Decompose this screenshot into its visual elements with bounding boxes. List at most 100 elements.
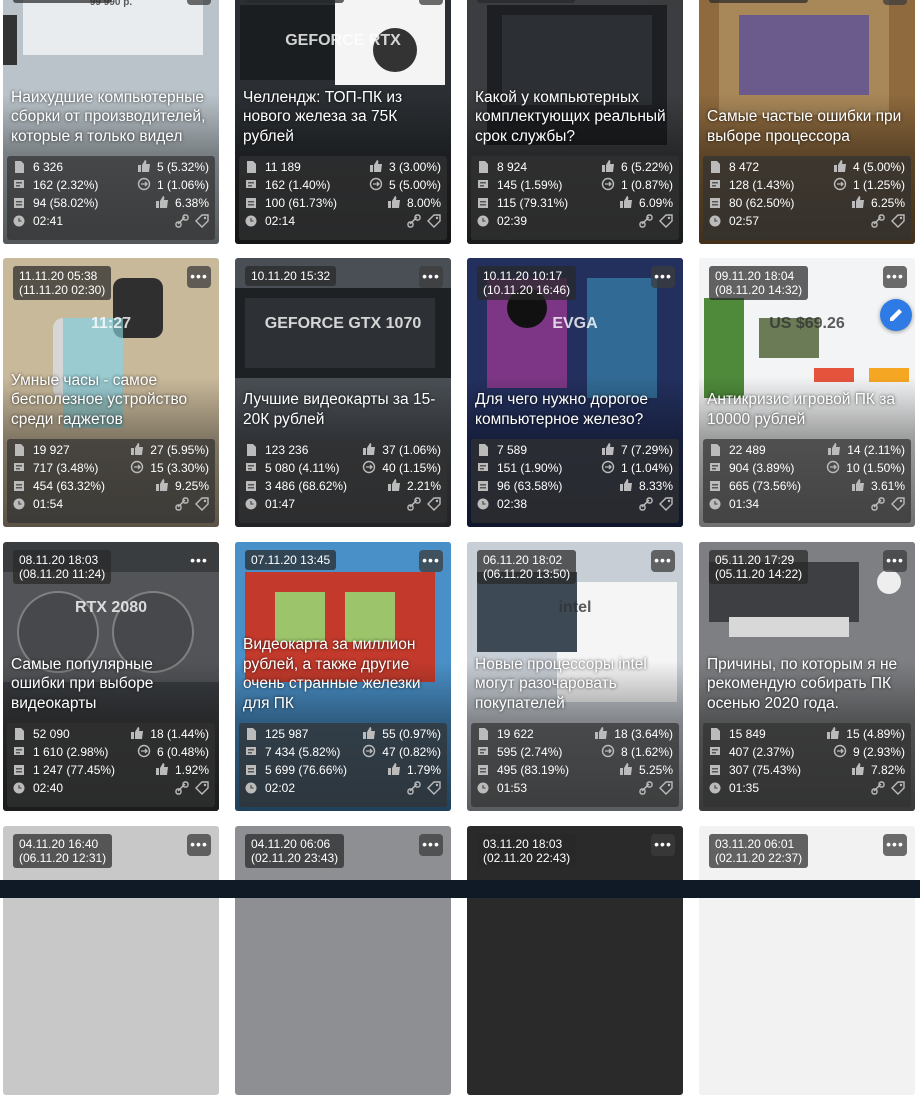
article-card[interactable]: 04.11.20 16:40 (06.11.20 12:31) ••• xyxy=(3,826,219,1095)
reads-count: 115 (79.31%) xyxy=(497,196,569,210)
article-stats: 8 924 6 (5.22%) 145 (1.59%) 1 (0.87%) 115 (7… xyxy=(471,156,679,240)
comments-count: 151 (1.90%) xyxy=(497,461,563,475)
article-card[interactable]: 99 990 р.(14.11.20 01:25)•••Наихудшие ко… xyxy=(3,0,219,244)
views-count: 8 472 xyxy=(729,160,760,174)
tag-icon[interactable] xyxy=(427,214,441,228)
publish-date: 03.11.20 06:01 (02.11.20 22:37) xyxy=(709,834,809,868)
tag-icon[interactable] xyxy=(659,497,673,511)
card-menu-button[interactable]: ••• xyxy=(651,834,675,856)
card-menu-button[interactable]: ••• xyxy=(187,0,211,5)
ctr-percent: 1.79% xyxy=(406,763,441,777)
link-icon[interactable] xyxy=(639,497,653,511)
article-card[interactable]: GEFORCE RTX (13.11.20 23:07) ••• Челлендж: … xyxy=(235,0,451,244)
publish-date-main: 03.11.20 06:01 xyxy=(715,837,795,851)
article-stats: 125 987 55 (0.97%) 7 434 (5.82%) 47 (0.82%)… xyxy=(239,723,447,807)
tag-icon[interactable] xyxy=(891,497,905,511)
link-icon[interactable] xyxy=(407,781,421,795)
article-card[interactable]: 04.11.20 06:06 (02.11.20 23:43) ••• xyxy=(235,826,451,1095)
tag-icon[interactable] xyxy=(427,497,441,511)
read-icon xyxy=(478,765,488,775)
card-actions xyxy=(401,214,441,233)
comments-count: 407 (2.37%) xyxy=(729,745,795,759)
tag-icon[interactable] xyxy=(195,781,209,795)
article-card[interactable]: 07.11.20 13:45 ••• Видеокарта за миллион р… xyxy=(235,542,451,811)
read-icon xyxy=(14,481,24,491)
tag-icon[interactable] xyxy=(195,214,209,228)
article-card[interactable]: intel 06.11.20 18:02 (06.11.20 13:50) ••• Но… xyxy=(467,542,683,811)
article-card[interactable]: (11.11.20 02:30) ••• Какой у компьютерных … xyxy=(467,0,683,244)
card-menu-button[interactable]: ••• xyxy=(883,550,907,572)
link-icon[interactable] xyxy=(175,214,189,228)
tag-icon[interactable] xyxy=(427,781,441,795)
card-actions xyxy=(633,214,673,233)
tag-icon[interactable] xyxy=(195,497,209,511)
page-icon xyxy=(247,161,256,173)
thumbs-up-icon xyxy=(369,160,382,172)
thumbs-up-icon xyxy=(828,443,841,455)
views-count: 8 924 xyxy=(497,160,528,174)
link-icon[interactable] xyxy=(871,781,885,795)
article-card[interactable]: 11:27 11.11.20 05:38 (11.11.20 02:30) ••• Ум… xyxy=(3,258,219,527)
tag-icon[interactable] xyxy=(891,781,905,795)
card-actions xyxy=(401,497,441,516)
link-icon[interactable] xyxy=(871,497,885,511)
likes-count: 15 (4.89%) xyxy=(826,725,905,745)
tag-icon[interactable] xyxy=(659,214,673,228)
card-menu-button[interactable]: ••• xyxy=(883,834,907,856)
reads-count: 94 (58.02%) xyxy=(33,196,99,210)
ctr-percent: 6.09% xyxy=(638,196,673,210)
card-menu-button[interactable]: ••• xyxy=(883,0,907,5)
svg-text:11:27: 11:27 xyxy=(91,315,131,332)
article-card[interactable]: RTX 2080 08.11.20 18:03 (08.11.20 11:24) ••… xyxy=(3,542,219,811)
shares-count: 9 (2.93%) xyxy=(833,743,905,763)
edit-button[interactable] xyxy=(880,299,912,331)
card-menu-button[interactable]: ••• xyxy=(419,0,443,5)
ctr-percent: 6.25% xyxy=(870,196,905,210)
clock-icon xyxy=(477,498,489,510)
comments-count: 128 (1.43%) xyxy=(729,178,795,192)
shares-value: 40 (1.15%) xyxy=(382,461,441,475)
shares-value: 1 (1.06%) xyxy=(156,178,209,192)
card-menu-button[interactable]: ••• xyxy=(651,550,675,572)
ctr-percent: 5.25% xyxy=(638,763,673,777)
reads-count: 1 247 (77.45%) xyxy=(33,763,116,777)
clock-icon xyxy=(709,782,721,794)
article-card[interactable]: GEFORCE GTX 1070 10.11.20 15:32 ••• Лучшие … xyxy=(235,258,451,527)
share-icon xyxy=(601,744,615,758)
article-card[interactable]: 03.11.20 18:03 (02.11.20 22:43) ••• xyxy=(467,826,683,1095)
card-menu-button[interactable]: ••• xyxy=(883,266,907,288)
card-menu-button[interactable]: ••• xyxy=(419,834,443,856)
card-menu-button[interactable]: ••• xyxy=(419,550,443,572)
article-card[interactable]: 05.11.20 17:29 (05.11.20 14:22) ••• Причины… xyxy=(699,542,915,811)
tag-icon[interactable] xyxy=(659,781,673,795)
likes-count: 6 (5.22%) xyxy=(601,158,673,178)
tag-icon[interactable] xyxy=(891,214,905,228)
ctr-percent: 1.92% xyxy=(174,763,209,777)
publish-date: 04.11.20 06:06 (02.11.20 23:43) xyxy=(245,834,345,868)
link-icon[interactable] xyxy=(407,497,421,511)
link-icon[interactable] xyxy=(639,214,653,228)
likes-value: 55 (0.97%) xyxy=(382,727,441,741)
link-icon[interactable] xyxy=(871,214,885,228)
publish-date-original: (06.11.20 12:31) xyxy=(19,851,107,865)
likes-value: 6 (5.22%) xyxy=(620,160,673,174)
card-menu-button[interactable]: ••• xyxy=(187,266,211,288)
publish-date: 07.11.20 13:45 xyxy=(245,550,337,570)
article-card[interactable]: EVGA 10.11.20 10:17 (10.11.20 16:46) ••• Для… xyxy=(467,258,683,527)
article-card[interactable]: 03.11.20 06:01 (02.11.20 22:37) ••• xyxy=(699,826,915,1095)
link-icon[interactable] xyxy=(639,781,653,795)
shares-count: 8 (1.62%) xyxy=(601,743,673,763)
link-icon[interactable] xyxy=(407,214,421,228)
comment-icon xyxy=(14,747,24,755)
link-icon[interactable] xyxy=(175,781,189,795)
card-menu-button[interactable]: ••• xyxy=(187,550,211,572)
publish-date-main: 10.11.20 10:17 xyxy=(483,269,563,283)
card-menu-button[interactable]: ••• xyxy=(419,266,443,288)
shares-value: 10 (1.50%) xyxy=(846,461,905,475)
card-menu-button[interactable]: ••• xyxy=(651,266,675,288)
card-menu-button[interactable]: ••• xyxy=(651,0,675,5)
link-icon[interactable] xyxy=(175,497,189,511)
share-icon xyxy=(363,460,376,474)
article-card[interactable]: (12.11.20 01:35) ••• Самые частые ошибки п… xyxy=(699,0,915,244)
card-menu-button[interactable]: ••• xyxy=(187,834,211,856)
